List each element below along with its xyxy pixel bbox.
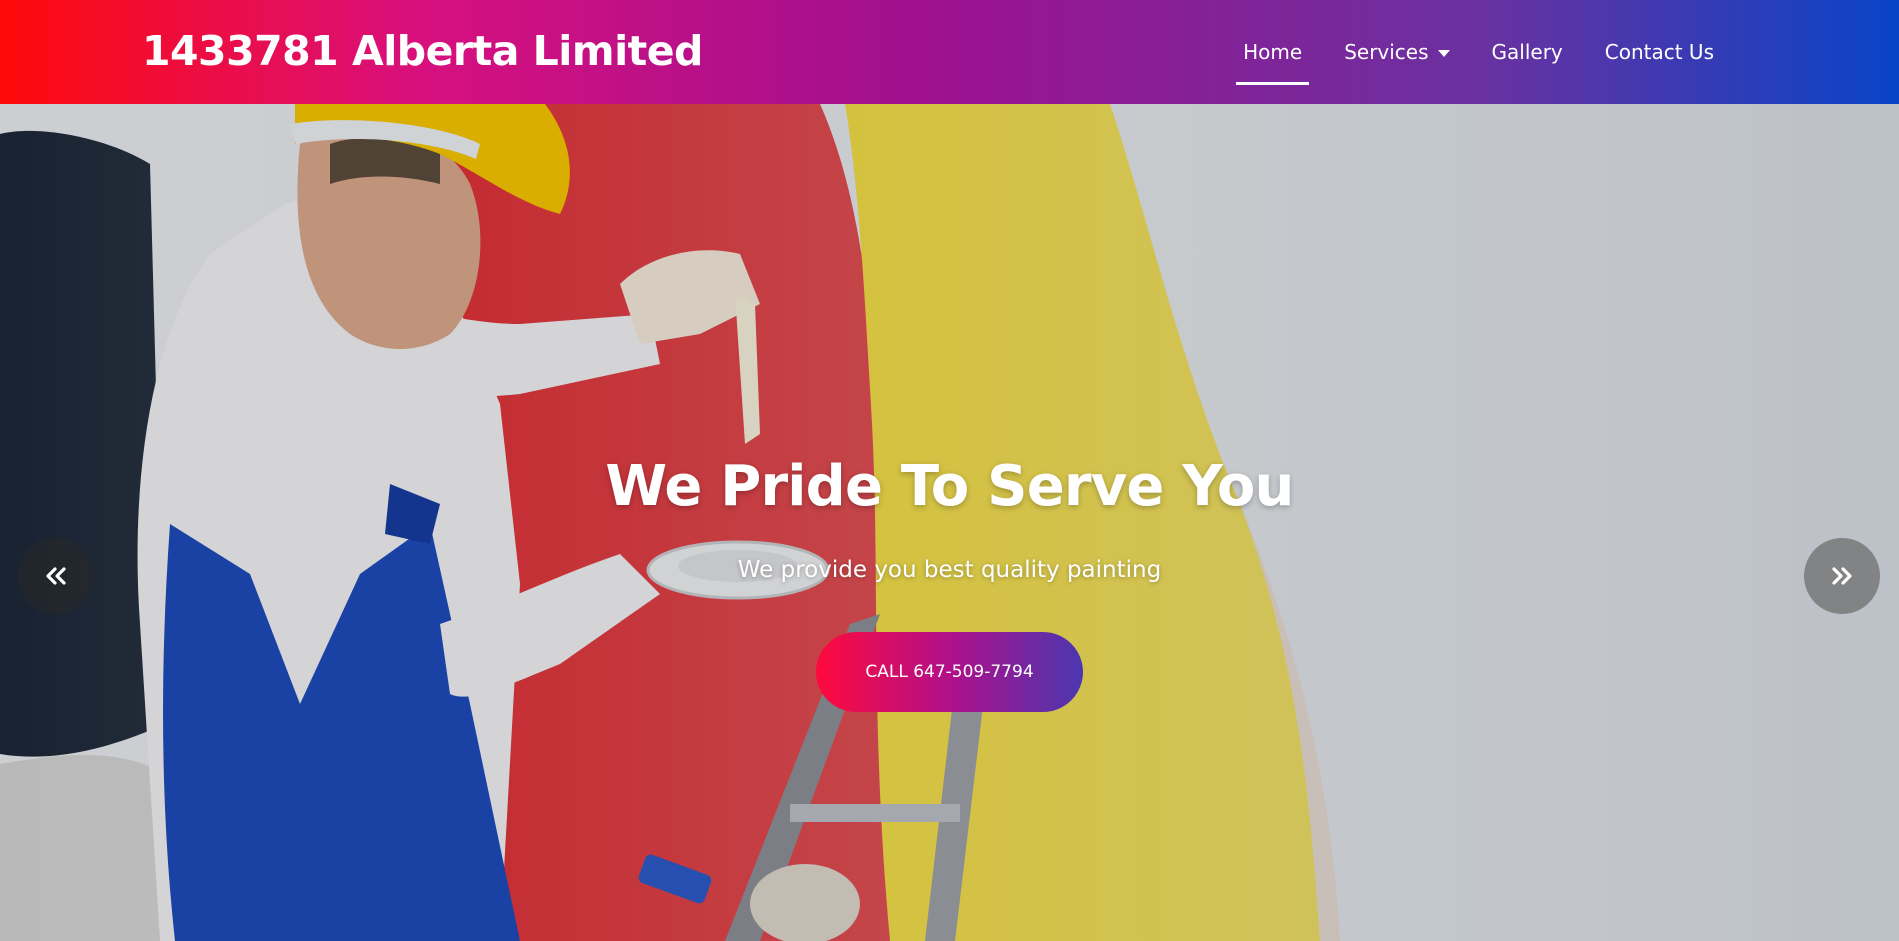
slider-next-button[interactable]	[1804, 538, 1880, 614]
chevron-double-right-icon	[1832, 567, 1852, 585]
chevron-down-icon	[1437, 49, 1450, 57]
nav-contact-us[interactable]: Contact Us	[1584, 0, 1735, 104]
nav-gallery[interactable]: Gallery	[1471, 0, 1584, 104]
brand-title[interactable]: 1433781 Alberta Limited	[142, 22, 703, 80]
nav-services-label: Services	[1344, 40, 1429, 64]
nav-home-label: Home	[1243, 40, 1303, 64]
site-header: 1433781 Alberta Limited Home Services Ga…	[0, 0, 1899, 104]
hero-title: We Pride To Serve You	[605, 454, 1294, 519]
hero-slider: We Pride To Serve You We provide you bes…	[0, 104, 1899, 941]
nav-services[interactable]: Services	[1323, 0, 1470, 104]
nav-gallery-label: Gallery	[1491, 40, 1563, 64]
main-nav: Home Services Gallery Contact Us	[1222, 0, 1735, 104]
call-button[interactable]: CALL 647-509-7794	[816, 632, 1083, 712]
nav-home[interactable]: Home	[1222, 0, 1323, 104]
nav-contact-label: Contact Us	[1604, 40, 1714, 64]
hero-subtitle: We provide you best quality painting	[737, 557, 1162, 583]
